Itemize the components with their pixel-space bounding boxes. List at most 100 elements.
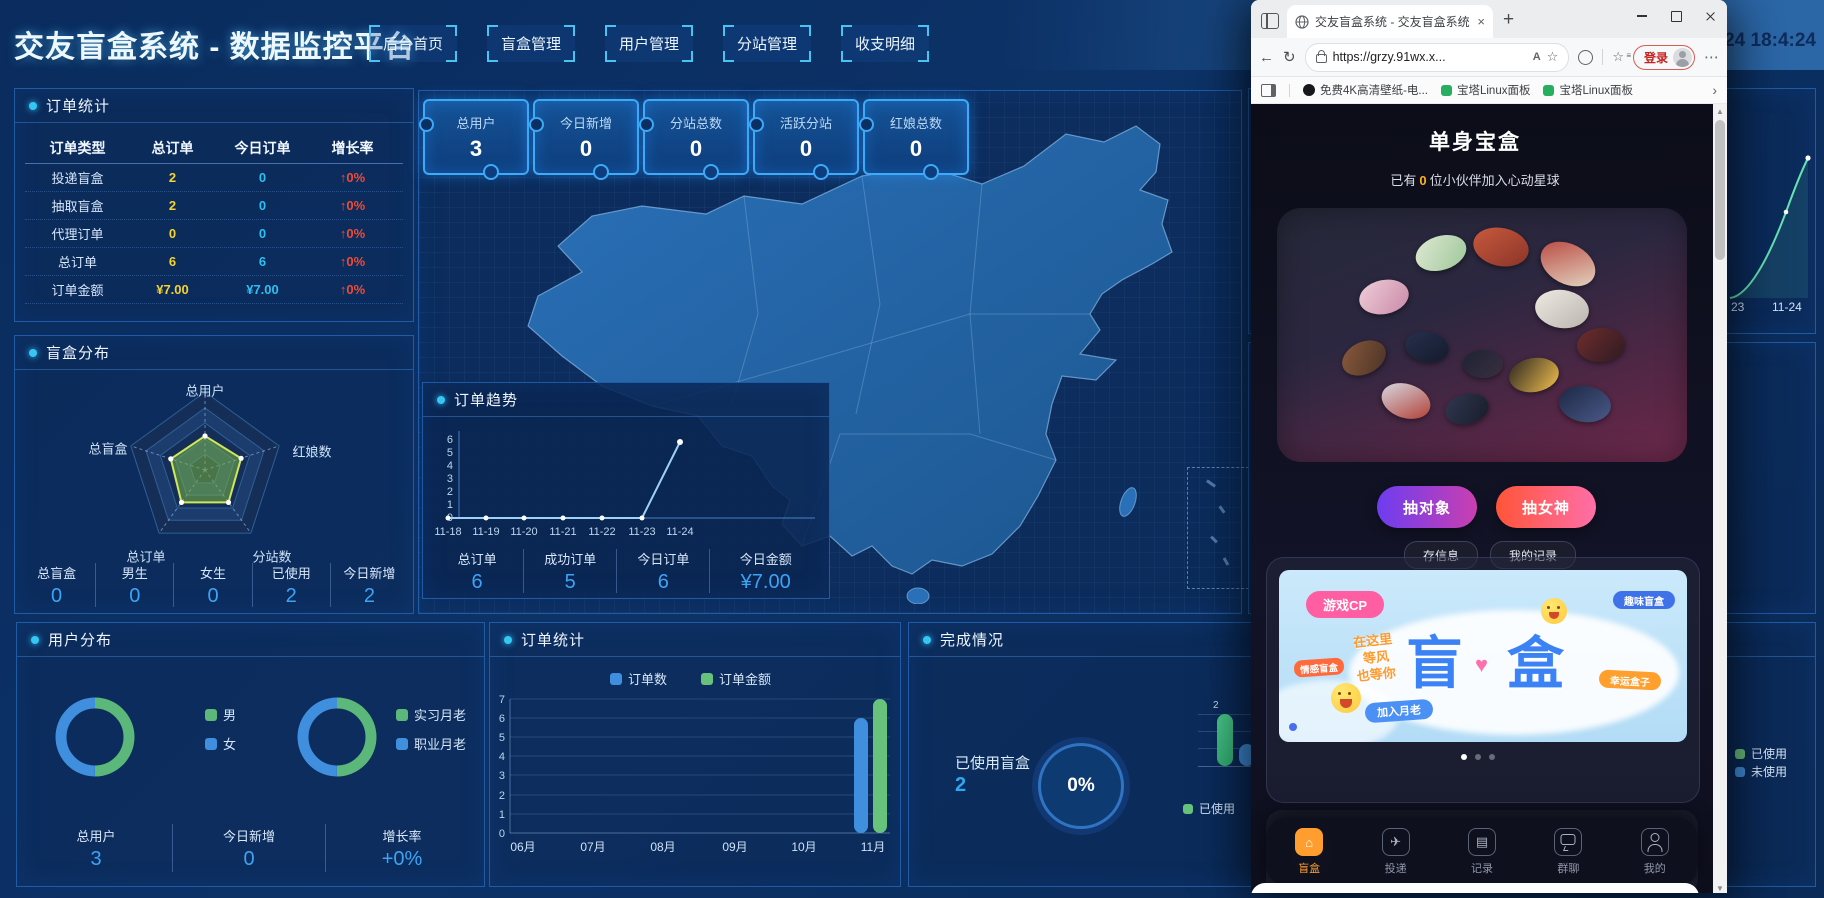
- draw-goddess-button[interactable]: 抽女神: [1496, 486, 1596, 528]
- matchmaker-donut-chart: [293, 693, 381, 781]
- panel-title: 订单统计: [521, 629, 585, 650]
- banner-tag-lucky: 幸运盒子: [1599, 669, 1662, 690]
- refresh-icon[interactable]: ↻: [1283, 48, 1296, 66]
- home-icon: ⌂: [1295, 828, 1323, 856]
- avatar-bubble: [1336, 334, 1391, 383]
- read-aloud-icon[interactable]: A: [1533, 51, 1541, 63]
- svg-text:11-20: 11-20: [510, 526, 537, 538]
- nav-item-deliver[interactable]: ✈ 投递: [1382, 828, 1410, 876]
- bullet-icon: [437, 396, 445, 404]
- nav-finance[interactable]: 收支明细: [841, 25, 929, 62]
- nav-box-manage[interactable]: 盲盒管理: [487, 25, 575, 62]
- banner-title-char: 盒: [1507, 618, 1564, 700]
- close-button[interactable]: [1693, 0, 1727, 32]
- stat-value: 5: [565, 571, 576, 594]
- carousel-dot[interactable]: [1475, 754, 1481, 760]
- nav-item-box[interactable]: ⌂ 盲盒: [1295, 828, 1323, 876]
- stat-label: 今日新增: [343, 563, 395, 582]
- order-stats-table: 订单类型 总订单 今日订单 增长率 投递盲盒 2 0 ↑0% 抽取盲盒 2 0 …: [25, 133, 403, 304]
- col-header: 总订单: [130, 138, 215, 158]
- card-value: 0: [910, 136, 922, 162]
- maximize-button[interactable]: [1659, 0, 1693, 32]
- nav-item-records[interactable]: ▤ 记录: [1468, 828, 1496, 876]
- stat-label: 已使用: [272, 563, 311, 582]
- stat-value: 2: [286, 585, 297, 608]
- stat-label: 增长率: [382, 826, 421, 845]
- legend-swatch: [1735, 749, 1745, 759]
- stat-value: 0: [207, 585, 218, 608]
- favorites-bar-icon[interactable]: ☆: [1612, 49, 1624, 65]
- avatar-bubble: [1557, 383, 1614, 426]
- bookmark-favicon: [1441, 85, 1452, 96]
- browser-tab[interactable]: 交友盲盒系统 - 交友盲盒系统 ×: [1287, 5, 1493, 38]
- svg-text:5: 5: [499, 732, 505, 744]
- favorite-star-icon[interactable]: ☆: [1547, 49, 1559, 65]
- cell-growth: ↑0%: [310, 254, 395, 269]
- svg-text:3: 3: [447, 473, 453, 485]
- back-icon[interactable]: ←: [1259, 49, 1274, 66]
- order-bar-panel: 订单统计 订单数 订单金额 7 6 5 4 3 2 1 0: [489, 622, 901, 887]
- nav-backend-home[interactable]: 后台首页: [369, 25, 457, 62]
- order-bar-chart: 7 6 5 4 3 2 1 0 06月 07月 08月 09月 10月 11月: [490, 691, 900, 861]
- scrollbar-thumb[interactable]: [1715, 120, 1725, 260]
- stat-label: 成功订单: [544, 549, 596, 568]
- stat-label: 女生: [200, 563, 226, 582]
- bookmark-item[interactable]: 宝塔Linux面板: [1543, 82, 1633, 98]
- stat-value: 3: [90, 848, 101, 871]
- nav-item-profile[interactable]: 我的: [1641, 828, 1669, 876]
- bookmarks-bar: 免费4K高清壁纸-电... 宝塔Linux面板 宝塔Linux面板 ›: [1251, 77, 1727, 104]
- nav-user-manage[interactable]: 用户管理: [605, 25, 693, 62]
- page-scrollbar[interactable]: ▲ ▼: [1713, 104, 1727, 893]
- bookmark-item[interactable]: 免费4K高清壁纸-电...: [1303, 82, 1428, 98]
- records-icon: ▤: [1468, 828, 1496, 856]
- svg-text:11-24: 11-24: [666, 526, 693, 538]
- svg-text:11-18: 11-18: [434, 526, 461, 538]
- svg-text:11-23: 11-23: [628, 526, 655, 538]
- legend-label: 订单数: [628, 669, 667, 688]
- map-inset-south-sea: [1187, 467, 1249, 589]
- browser-tab-bar: 交友盲盒系统 - 交友盲盒系统 × +: [1251, 0, 1727, 38]
- new-tab-button[interactable]: +: [1503, 9, 1514, 31]
- stat-label: 总订单: [458, 549, 497, 568]
- avatar-sphere-card[interactable]: [1277, 208, 1687, 462]
- avatar-bubble: [1576, 326, 1626, 363]
- avatar-bubble: [1470, 223, 1533, 272]
- bookmarks-overflow-icon[interactable]: ›: [1712, 82, 1717, 98]
- carousel-dot[interactable]: [1489, 754, 1495, 760]
- gauge-percent: 0%: [1067, 775, 1094, 797]
- nav-label: 投递: [1385, 860, 1407, 876]
- globe-icon: [1295, 15, 1309, 29]
- nav-label: 我的: [1644, 860, 1666, 876]
- avatar-bubble: [1377, 377, 1435, 425]
- promo-banner[interactable]: 游戏CP 趣味盲盒 情感盲盒 在这里 等风 也等你 加入月老 盲 ♥ 盒 幸运盒…: [1279, 570, 1687, 742]
- heart-icon: ♥: [1475, 652, 1488, 678]
- tab-close-icon[interactable]: ×: [1477, 14, 1485, 29]
- table-row: 代理订单 0 0 ↑0%: [25, 220, 403, 248]
- table-row: 抽取盲盒 2 0 ↑0%: [25, 192, 403, 220]
- sidebar-icon[interactable]: [1261, 84, 1276, 97]
- screen: 交友盲盒系统 - 数据监控平台 后台首页 盲盒管理 用户管理 分站管理 收支明细…: [0, 0, 1824, 898]
- tab-actions-icon[interactable]: [1261, 13, 1279, 29]
- nav-site-manage[interactable]: 分站管理: [723, 25, 811, 62]
- address-bar[interactable]: https://grzy.91wx.x... A ☆: [1305, 43, 1570, 72]
- carousel-dot[interactable]: [1461, 754, 1467, 760]
- browser-essentials-icon[interactable]: [1578, 50, 1593, 65]
- nav-item-groupchat[interactable]: 群聊: [1554, 828, 1582, 876]
- login-button[interactable]: 登录: [1633, 45, 1695, 70]
- bookmark-item[interactable]: 宝塔Linux面板: [1441, 82, 1531, 98]
- draw-partner-button[interactable]: 抽对象: [1377, 486, 1477, 528]
- minimize-button[interactable]: [1625, 0, 1659, 32]
- legend-label: 实习月老: [414, 705, 466, 724]
- scroll-up-icon[interactable]: ▲: [1713, 104, 1727, 118]
- svg-text:3: 3: [499, 770, 505, 782]
- svg-text:2: 2: [447, 486, 453, 498]
- page-title: 交友盲盒系统 - 数据监控平台: [14, 22, 416, 66]
- scroll-down-icon[interactable]: ▼: [1713, 881, 1727, 893]
- stat-value: +0%: [382, 848, 423, 871]
- table-header-row: 订单类型 总订单 今日订单 增长率: [25, 133, 403, 164]
- stat-value: 0: [51, 585, 62, 608]
- nav-label: 盲盒: [1298, 860, 1320, 876]
- stat-label: 今日订单: [637, 549, 689, 568]
- svg-text:06月: 06月: [510, 840, 535, 854]
- menu-dots-icon[interactable]: ⋯: [1704, 48, 1719, 66]
